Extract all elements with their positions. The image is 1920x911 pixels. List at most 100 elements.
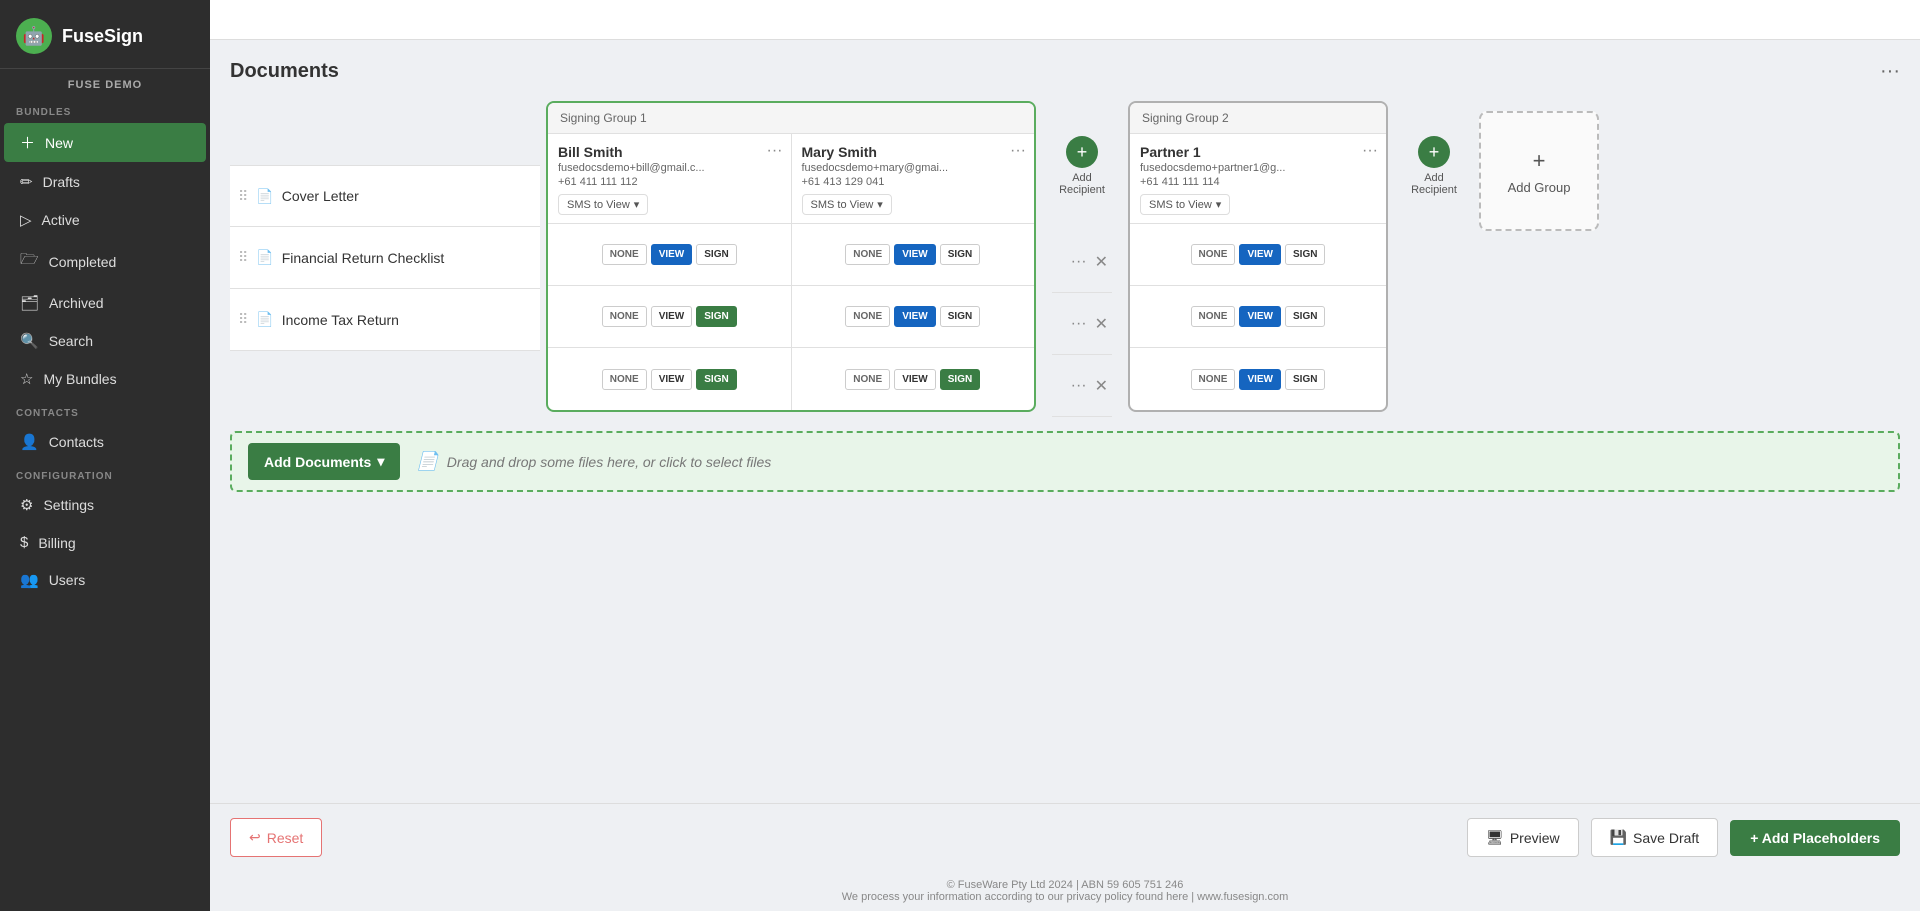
save-draft-button[interactable]: 💾 Save Draft <box>1591 818 1719 857</box>
sidebar-item-archived[interactable]: 🗂 Archived <box>4 285 206 321</box>
none-button[interactable]: NONE <box>1191 369 1236 390</box>
reset-label: Reset <box>267 830 304 846</box>
view-button[interactable]: VIEW <box>894 306 936 327</box>
recipient-email-partner1: fusedocsdemo+partner1@g... <box>1140 162 1376 174</box>
documents-grid: ⠿ 📄 Cover Letter ⠿ 📄 Financial Return Ch… <box>230 101 1900 417</box>
recipient-name-mary: Mary Smith <box>802 144 1025 160</box>
sidebar: 🤖 FuseSign FUSE DEMO BUNDLES ＋ New ✏ Dra… <box>0 0 210 911</box>
sign-button[interactable]: SIGN <box>940 244 980 265</box>
sms-view-button-partner1[interactable]: SMS to View ▾ <box>1140 194 1230 215</box>
row-more-button-income[interactable]: ··· <box>1071 377 1087 395</box>
drag-handle-icon[interactable]: ⠿ <box>238 188 248 205</box>
add-documents-bar[interactable]: Add Documents ▾ 📄 Drag and drop some fil… <box>230 431 1900 492</box>
row-more-button-financial[interactable]: ··· <box>1071 315 1087 333</box>
sign-button[interactable]: SIGN <box>696 369 736 390</box>
add-placeholders-label: + Add Placeholders <box>1750 830 1880 846</box>
sidebar-item-active[interactable]: ▷ Active <box>4 202 206 238</box>
sms-view-button-mary[interactable]: SMS to View ▾ <box>802 194 892 215</box>
recipient-menu-mary[interactable]: ··· <box>1010 142 1026 160</box>
none-button[interactable]: NONE <box>1191 306 1236 327</box>
logo-icon: 🤖 <box>16 18 52 54</box>
side-action-cover: ··· ✕ <box>1052 231 1112 293</box>
view-button[interactable]: VIEW <box>894 369 936 390</box>
sign-button[interactable]: SIGN <box>696 306 736 327</box>
sidebar-item-new[interactable]: ＋ New <box>4 123 206 162</box>
add-recipient-col-group1: + AddRecipient ··· ✕ ··· ✕ ··· ✕ <box>1042 101 1122 417</box>
add-group-button[interactable]: + Add Group <box>1479 111 1599 231</box>
drag-handle-icon[interactable]: ⠿ <box>238 249 248 266</box>
sms-label-bill: SMS to View <box>567 199 630 211</box>
sidebar-item-drafts[interactable]: ✏ Drafts <box>4 164 206 200</box>
doc-file-icon: 📄 <box>256 188 273 205</box>
add-recipient-label-group1: AddRecipient <box>1059 172 1105 196</box>
none-button[interactable]: NONE <box>602 244 647 265</box>
recipient-name-partner1: Partner 1 <box>1140 144 1376 160</box>
add-placeholders-button[interactable]: + Add Placeholders <box>1730 820 1900 856</box>
row-close-button-income[interactable]: ✕ <box>1095 376 1108 396</box>
drafts-icon: ✏ <box>20 173 33 191</box>
sidebar-item-settings[interactable]: ⚙ Settings <box>4 487 206 523</box>
view-button[interactable]: VIEW <box>1239 369 1281 390</box>
recipient-menu-partner1[interactable]: ··· <box>1362 142 1378 160</box>
sign-button[interactable]: SIGN <box>940 306 980 327</box>
table-row: ⠿ 📄 Income Tax Return <box>230 289 540 351</box>
sidebar-item-my-bundles[interactable]: ☆ My Bundles <box>4 361 206 397</box>
row-more-button-cover[interactable]: ··· <box>1071 253 1087 271</box>
view-button[interactable]: VIEW <box>651 369 693 390</box>
footer-actions: ↩ Reset 🖥 Preview 💾 Save Draft + Add Pla… <box>210 803 1920 871</box>
sign-button[interactable]: SIGN <box>940 369 980 390</box>
add-documents-button[interactable]: Add Documents ▾ <box>248 443 400 480</box>
add-group-col: + Add Group <box>1474 101 1604 417</box>
sign-button[interactable]: SIGN <box>1285 306 1325 327</box>
none-button[interactable]: NONE <box>845 244 890 265</box>
add-documents-label: Add Documents <box>264 454 371 470</box>
add-recipient-button-group2[interactable]: + AddRecipient <box>1399 101 1469 231</box>
recipient-card-partner1: ··· Partner 1 fusedocsdemo+partner1@g...… <box>1130 134 1386 223</box>
view-button[interactable]: VIEW <box>894 244 936 265</box>
signing-group-1: Signing Group 1 ··· Bill Smith fusedocsd… <box>546 101 1036 412</box>
sidebar-item-users[interactable]: 👥 Users <box>4 562 206 598</box>
sign-button[interactable]: SIGN <box>696 244 736 265</box>
view-button[interactable]: VIEW <box>651 306 693 327</box>
sms-label-mary: SMS to View <box>811 199 874 211</box>
sidebar-item-contacts[interactable]: 👤 Contacts <box>4 424 206 460</box>
sign-button[interactable]: SIGN <box>1285 244 1325 265</box>
recipient-menu-bill[interactable]: ··· <box>767 142 783 160</box>
view-button[interactable]: VIEW <box>651 244 693 265</box>
preview-button[interactable]: 🖥 Preview <box>1467 818 1579 857</box>
documents-more-button[interactable]: ··· <box>1880 60 1900 83</box>
add-recipient-plus-icon-g2: + <box>1418 136 1450 168</box>
doc-file-icon: 📄 <box>256 311 273 328</box>
none-button[interactable]: NONE <box>602 369 647 390</box>
none-button[interactable]: NONE <box>845 369 890 390</box>
none-button[interactable]: NONE <box>845 306 890 327</box>
row-close-button-cover[interactable]: ✕ <box>1095 252 1108 272</box>
my-bundles-icon: ☆ <box>20 370 33 388</box>
sidebar-item-billing[interactable]: $ Billing <box>4 525 206 560</box>
sidebar-item-label-billing: Billing <box>38 535 75 551</box>
sms-view-button-bill[interactable]: SMS to View ▾ <box>558 194 648 215</box>
sign-button[interactable]: SIGN <box>1285 369 1325 390</box>
drag-handle-icon[interactable]: ⠿ <box>238 311 248 328</box>
document-name: Cover Letter <box>282 188 532 204</box>
row-close-button-financial[interactable]: ✕ <box>1095 314 1108 334</box>
recipient-phone-mary: +61 413 129 041 <box>802 176 1025 188</box>
sidebar-item-completed[interactable]: 🗁 Completed <box>4 240 206 283</box>
none-button[interactable]: NONE <box>1191 244 1236 265</box>
reset-button[interactable]: ↩ Reset <box>230 818 322 857</box>
users-icon: 👥 <box>20 571 39 589</box>
view-button[interactable]: VIEW <box>1239 244 1281 265</box>
chevron-down-icon: ▾ <box>634 198 640 211</box>
add-recipient-button-group1[interactable]: + AddRecipient <box>1047 101 1117 231</box>
document-name: Income Tax Return <box>282 312 532 328</box>
footer-line1: © FuseWare Pty Ltd 2024 | ABN 59 605 751… <box>218 879 1912 891</box>
preview-icon: 🖥 <box>1486 829 1504 846</box>
sidebar-item-label-search: Search <box>49 333 93 349</box>
view-button[interactable]: VIEW <box>1239 306 1281 327</box>
action-cell-partner1-cover: NONE VIEW SIGN <box>1130 224 1386 285</box>
sidebar-item-search[interactable]: 🔍 Search <box>4 323 206 359</box>
search-icon: 🔍 <box>20 332 39 350</box>
action-row-income-group2: NONE VIEW SIGN <box>1130 348 1386 410</box>
contacts-icon: 👤 <box>20 433 39 451</box>
none-button[interactable]: NONE <box>602 306 647 327</box>
